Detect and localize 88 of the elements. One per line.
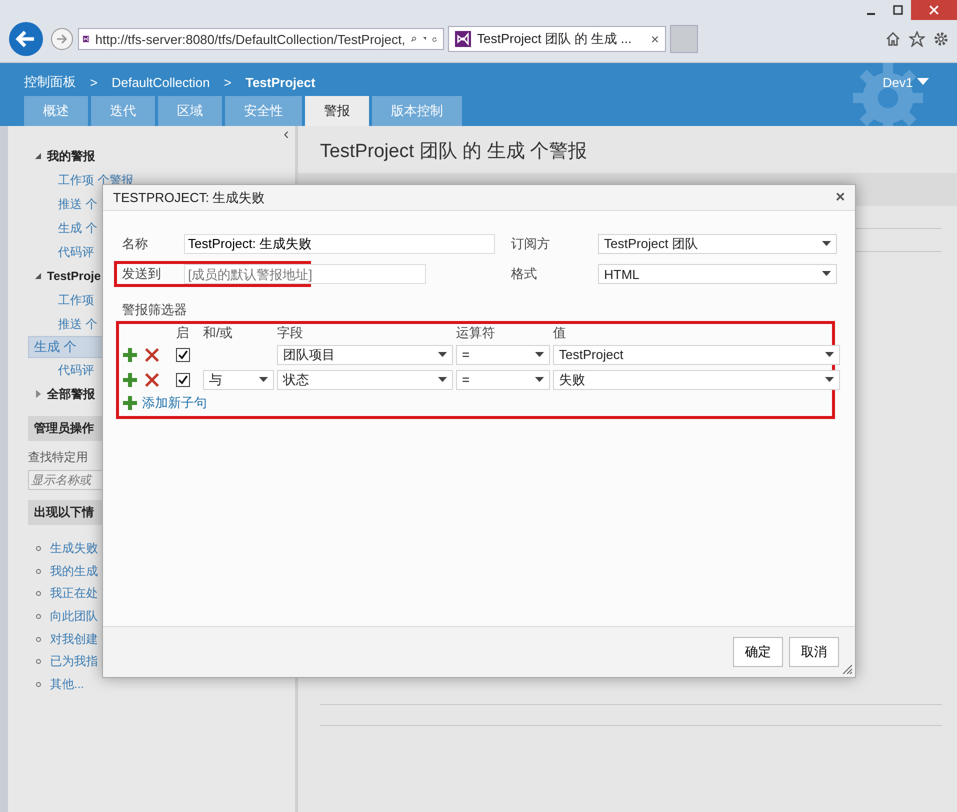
collapsed-icon[interactable] [34, 390, 42, 398]
caret-icon [825, 352, 834, 358]
caret-icon [917, 78, 929, 86]
bullet-icon [36, 614, 41, 619]
nav-tab[interactable]: 警报 [305, 96, 369, 126]
breadcrumb-separator: > [224, 74, 232, 90]
minimize-icon [866, 12, 874, 14]
group-heading[interactable]: 全部警报 [47, 386, 95, 402]
caret-icon [535, 352, 544, 358]
alert-template-link[interactable]: 向此团队 [50, 608, 98, 625]
operator-dropdown[interactable]: = [456, 370, 550, 390]
find-label: 查找特定用 [28, 449, 89, 466]
close-button[interactable]: × [836, 188, 845, 206]
dropdown-icon[interactable] [422, 36, 426, 42]
breadcrumb-link[interactable]: TestProject [245, 74, 316, 90]
expanded-icon[interactable] [34, 272, 42, 280]
dialog-title: TESTPROJECT: 生成失败 [113, 188, 265, 206]
caret-icon [822, 241, 831, 247]
alert-template-link[interactable]: 对我创建 [50, 630, 98, 648]
back-icon[interactable] [8, 21, 44, 57]
caret-icon [438, 352, 447, 358]
delete-icon[interactable] [145, 372, 159, 386]
bullet-icon [36, 636, 41, 642]
delete-icon[interactable] [145, 348, 159, 362]
bullet-icon [36, 568, 41, 574]
forward-icon[interactable] [50, 27, 74, 51]
vs-logo-icon [455, 31, 471, 47]
page-title: TestProject 团队 的 生成 个警报 [320, 140, 588, 164]
field-dropdown[interactable]: 状态 [277, 370, 453, 390]
close-tab-button[interactable]: × [650, 31, 659, 47]
section-label: 警报筛选器 [121, 301, 188, 319]
breadcrumb-link[interactable]: 控制面板 [24, 73, 76, 91]
add-icon[interactable] [123, 396, 137, 410]
add-clause-link[interactable]: 添加新子句 [142, 394, 207, 412]
format-dropdown[interactable]: HTML [598, 264, 837, 284]
column-header: 值 [553, 324, 567, 342]
expanded-icon[interactable] [34, 152, 42, 160]
address-bar[interactable]: http://tfs-server:8080/tfs/DefaultCollection/TestProject, [78, 28, 444, 50]
caret-icon [822, 271, 831, 277]
checkbox[interactable] [176, 348, 190, 362]
alert-template-link[interactable]: 其他... [50, 676, 84, 693]
caret-icon [259, 376, 268, 382]
ok-button[interactable]: 确定 [733, 637, 783, 667]
resize-grip-icon[interactable] [842, 664, 852, 674]
bullet-icon [36, 659, 41, 664]
alert-template-link[interactable]: 我正在处 [50, 585, 98, 602]
group-heading[interactable]: 我的警报 [47, 148, 95, 164]
field-label: 订阅方 [510, 235, 551, 253]
close-icon [929, 5, 939, 15]
add-icon[interactable] [123, 348, 137, 362]
alert-template-link[interactable]: 生成失败 [50, 540, 98, 557]
alert-template-link[interactable]: 我的生成 [50, 562, 98, 580]
column-header: 启 [176, 324, 190, 342]
bullet-icon [36, 682, 41, 687]
name-field[interactable]: TestProject: 生成失败 [184, 234, 495, 254]
user-menu[interactable]: Dev1 [882, 74, 929, 90]
value-dropdown[interactable]: 失败 [553, 370, 840, 390]
caret-icon [438, 376, 447, 382]
field-label: 发送到 [121, 265, 162, 283]
group-heading[interactable]: TestProje [47, 269, 101, 283]
breadcrumb-link[interactable]: DefaultCollection [112, 74, 210, 90]
add-icon[interactable] [123, 372, 137, 386]
browser-tab[interactable]: TestProject 团队 的 生成 ... × [448, 26, 666, 52]
send-to-field[interactable]: [成员的默认警报地址] [184, 264, 426, 284]
collapse-button[interactable]: ‹ [284, 126, 289, 144]
alert-template-link[interactable]: 已为我指 [50, 653, 98, 670]
maximize-icon [892, 5, 902, 15]
settings-icon[interactable] [933, 31, 949, 47]
bullet-icon [36, 591, 41, 596]
close-button[interactable] [911, 0, 957, 20]
value-dropdown[interactable]: TestProject [553, 344, 840, 364]
home-icon[interactable] [885, 31, 901, 47]
checkbox[interactable] [176, 372, 190, 386]
subscriber-dropdown[interactable]: TestProject 团队 [598, 234, 837, 254]
field-label: 格式 [510, 265, 538, 283]
caret-icon [825, 376, 834, 382]
operator-dropdown[interactable]: = [456, 344, 550, 364]
cancel-button[interactable]: 取消 [789, 637, 839, 667]
bullet-icon [36, 546, 41, 551]
field-label: 名称 [121, 235, 149, 253]
star-icon[interactable] [909, 31, 925, 47]
and-or-dropdown[interactable]: 与 [203, 370, 274, 390]
column-header: 字段 [277, 324, 304, 342]
column-header: 运算符 [456, 324, 496, 342]
column-header: 和/或 [203, 324, 234, 342]
caret-icon [535, 376, 544, 382]
field-dropdown[interactable]: 团队项目 [277, 344, 453, 364]
breadcrumb-separator: > [90, 74, 98, 90]
